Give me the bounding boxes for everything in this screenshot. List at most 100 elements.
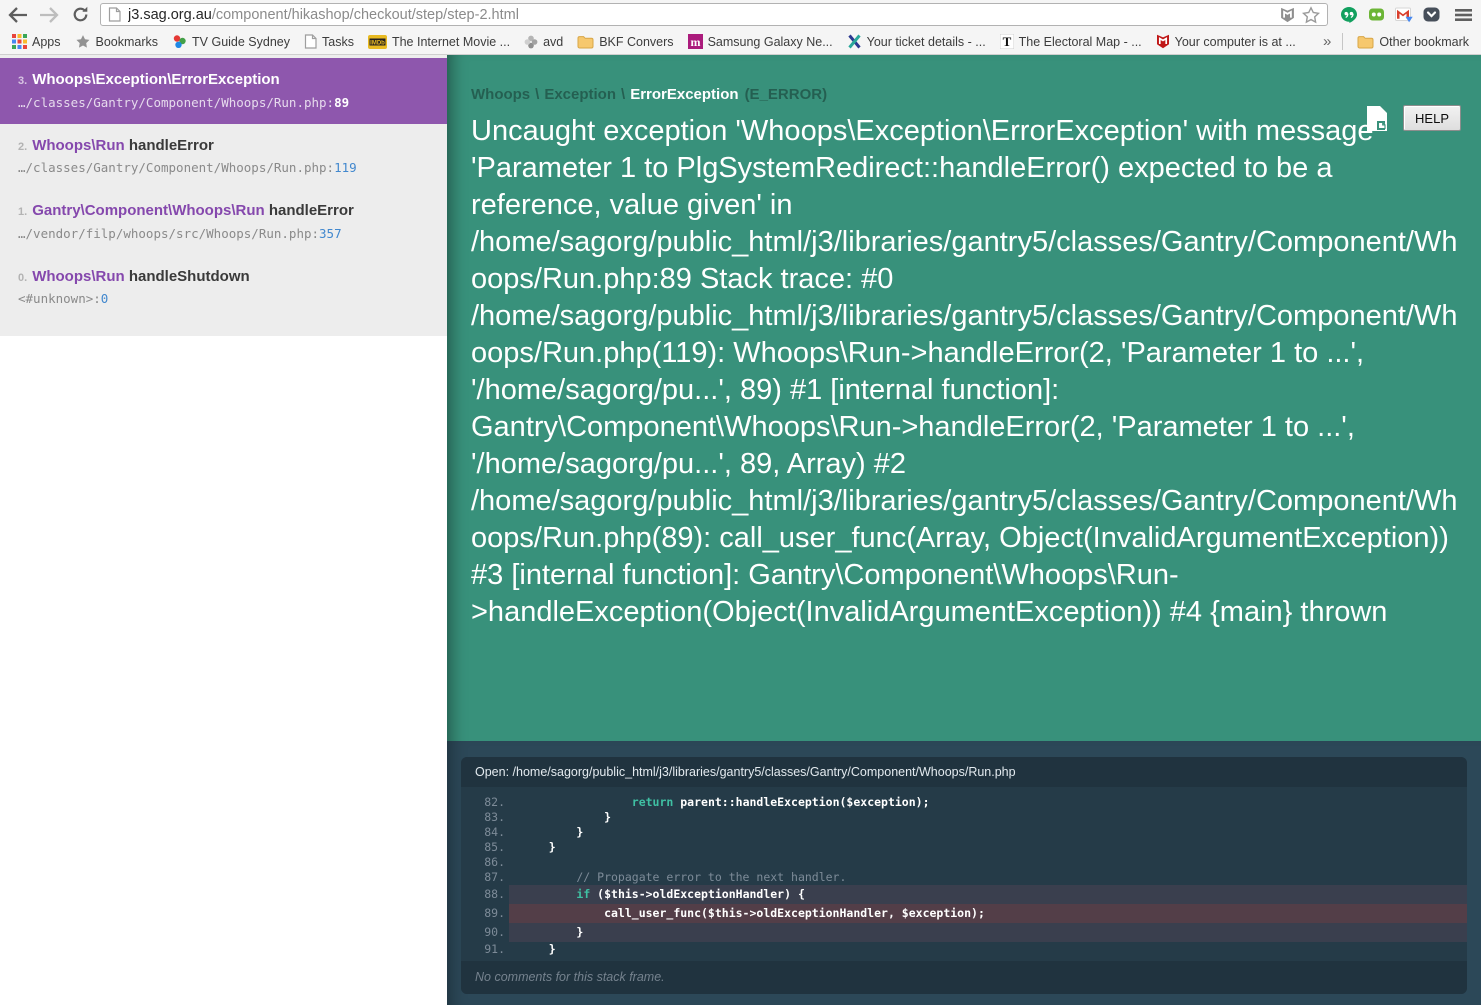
code-line: 82. return parent::handleException($exce… (461, 795, 1467, 810)
line-number: 82. (461, 795, 509, 810)
page-icon (304, 34, 317, 49)
code-line: 91. } (461, 942, 1467, 957)
pocket-icon[interactable] (1423, 6, 1440, 23)
breadcrumb-part: Whoops (471, 86, 530, 103)
code-line: 86. (461, 855, 1467, 870)
line-code (509, 855, 1467, 870)
forward-arrow-icon (39, 7, 59, 23)
frame-file: …/vendor/filp/whoops/src/Whoops/Run.php: (18, 226, 319, 241)
url-path: /component/hikashop/checkout/step/step-2… (212, 7, 519, 23)
frame-file-path: …/classes/Gantry/Component/Whoops/Run.ph… (18, 95, 429, 110)
copy-exception-icon[interactable] (1366, 105, 1388, 132)
frame-method: handleError (265, 202, 354, 219)
code-line: 83. } (461, 810, 1467, 825)
comments-placeholder: No comments for this stack frame. (461, 961, 1467, 994)
breadcrumb-part: Exception (544, 86, 616, 103)
bookmark-label: Samsung Galaxy Ne... (708, 35, 833, 49)
code-line: 90. } (461, 923, 1467, 942)
frame-file: <#unknown>: (18, 291, 101, 306)
stack-frame[interactable]: 0.Whoops\Run handleShutdown <#unknown>:0 (0, 255, 447, 321)
omnibox[interactable]: j3.sag.org.au/component/hikashop/checkou… (100, 3, 1328, 26)
bookmark-item[interactable]: Your computer is at ... (1149, 31, 1303, 52)
bookmark-label: Tasks (322, 35, 354, 49)
frame-file-path: …/classes/Gantry/Component/Whoops/Run.ph… (18, 160, 429, 175)
url-host: j3.sag.org.au (128, 7, 212, 23)
bookmark-item[interactable]: Your ticket details - ... (840, 31, 993, 52)
frame-title: 2.Whoops\Run handleError (18, 136, 429, 156)
bookmark-label: TV Guide Sydney (192, 35, 290, 49)
reload-icon (72, 6, 89, 23)
line-code: return parent::handleException($exceptio… (509, 795, 1467, 810)
samsung-m-icon: m (688, 34, 703, 49)
bookmark-item[interactable]: T The Electoral Map - ... (993, 31, 1149, 52)
other-bookmarks-button[interactable]: Other bookmark (1350, 32, 1476, 52)
exception-message: Uncaught exception 'Whoops\Exception\Err… (471, 113, 1461, 631)
frame-title: 0.Whoops\Run handleShutdown (18, 267, 429, 287)
frame-method: handleShutdown (125, 268, 250, 285)
bookmark-item[interactable]: IMDbThe Internet Movie ... (361, 32, 517, 52)
green-robot-icon[interactable] (1368, 6, 1385, 23)
bookmark-item[interactable]: avd (517, 32, 570, 52)
whoops-error-page: 3.Whoops\Exception\ErrorException…/class… (0, 55, 1481, 1005)
error-detail-panel: Whoops\Exception\ErrorException(E_ERROR)… (447, 55, 1481, 1005)
frame-class: Whoops\Run (32, 268, 124, 285)
menu-button[interactable] (1452, 4, 1474, 26)
code-line: 88. if ($this->oldExceptionHandler) { (461, 885, 1467, 904)
line-number: 83. (461, 810, 509, 825)
frame-line-number: 119 (334, 160, 357, 175)
code-viewer-section: Open: /home/sagorg/public_html/j3/librar… (447, 741, 1481, 1005)
breadcrumb: Whoops\Exception\ErrorException(E_ERROR) (471, 86, 1459, 103)
line-code: } (509, 810, 1467, 825)
breadcrumb-separator: \ (535, 86, 539, 103)
bookmark-label: Your ticket details - ... (867, 35, 986, 49)
nyt-t-icon: T (1000, 34, 1014, 49)
page-favicon-icon (108, 7, 121, 22)
ticket-x-icon (847, 34, 862, 49)
breadcrumb-current-exception: ErrorException (630, 86, 738, 103)
svg-text:T: T (1002, 34, 1011, 49)
imdb-icon: IMDb (368, 35, 387, 49)
frames-list: 3.Whoops\Exception\ErrorException…/class… (0, 55, 447, 336)
hangouts-icon[interactable] (1340, 6, 1358, 24)
bookmark-label: The Electoral Map - ... (1019, 35, 1142, 49)
hamburger-menu-icon (1454, 7, 1473, 23)
help-button[interactable]: HELP (1403, 105, 1461, 131)
bookmarks-overflow-chevron[interactable]: » (1314, 33, 1340, 50)
bookmark-label: Bookmarks (96, 35, 159, 49)
panel-actions: HELP (1366, 105, 1461, 132)
frame-method: handleError (125, 137, 214, 154)
bookmark-item[interactable]: Bookmarks (68, 31, 166, 52)
forward-button[interactable] (38, 4, 60, 26)
line-number: 91. (461, 942, 509, 957)
flower-icon (524, 35, 538, 49)
star-outline-icon[interactable] (1302, 6, 1320, 24)
bookmark-item[interactable]: BKF Convers (570, 32, 680, 52)
mcafee-gray-icon[interactable] (1280, 7, 1295, 23)
frame-line-number: 357 (319, 226, 342, 241)
code-line: 87. // Propagate error to the next handl… (461, 870, 1467, 885)
line-code: // Propagate error to the next handler. (509, 870, 1467, 885)
stack-frame[interactable]: 3.Whoops\Exception\ErrorException…/class… (0, 58, 447, 124)
stack-frame[interactable]: 1.Gantry\Component\Whoops\Run handleErro… (0, 189, 447, 255)
open-file-path[interactable]: Open: /home/sagorg/public_html/j3/librar… (461, 757, 1467, 787)
line-number: 84. (461, 825, 509, 840)
line-number: 90. (461, 923, 509, 942)
bookmark-item[interactable]: TV Guide Sydney (165, 31, 297, 52)
line-number: 87. (461, 870, 509, 885)
line-code: call_user_func($this->oldExceptionHandle… (509, 904, 1467, 923)
exception-area: Whoops\Exception\ErrorException(E_ERROR)… (447, 55, 1481, 741)
frame-line-number: 0 (101, 291, 109, 306)
stack-frame[interactable]: 2.Whoops\Run handleError …/classes/Gantry… (0, 124, 447, 190)
bookmark-item[interactable]: m Samsung Galaxy Ne... (681, 31, 840, 52)
bookmarks-divider (1342, 33, 1343, 50)
back-button[interactable] (7, 4, 29, 26)
bookmark-item[interactable]: Tasks (297, 31, 361, 52)
bookmark-label: Your computer is at ... (1175, 35, 1296, 49)
file-path: /home/sagorg/public_html/j3/libraries/ga… (513, 765, 1016, 779)
open-label: Open: (475, 765, 509, 779)
gmail-icon[interactable] (1395, 7, 1413, 23)
bookmark-item[interactable]: Apps (5, 31, 68, 52)
reload-button[interactable] (69, 4, 91, 26)
line-code: } (509, 825, 1467, 840)
line-code: } (509, 942, 1467, 957)
